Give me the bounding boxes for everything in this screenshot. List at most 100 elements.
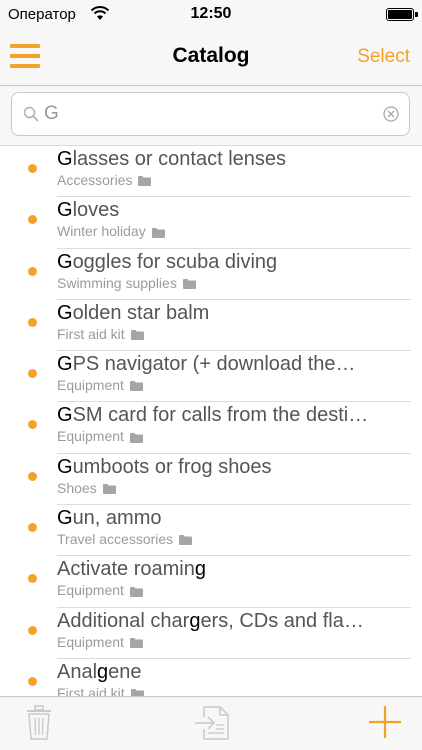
search-bar	[0, 86, 422, 146]
list-item[interactable]: Activate roaming Equipment	[0, 556, 422, 608]
folder-icon	[129, 637, 143, 648]
category-label: Equipment	[57, 582, 124, 599]
item-title: GSM card for calls from the desti…	[57, 404, 397, 427]
item-title-text: SM card for calls from the desti…	[72, 404, 369, 427]
list-item[interactable]: Gumboots or frog shoes Shoes	[0, 454, 422, 506]
item-title: GPS navigator (+ download the…	[57, 353, 397, 376]
list-item[interactable]: Gloves Winter holiday	[0, 197, 422, 249]
list-item[interactable]: Gun, ammo Travel accessories	[0, 505, 422, 557]
status-dot	[28, 676, 37, 686]
item-title: Gloves	[57, 199, 397, 222]
item-category: Equipment	[57, 377, 143, 393]
item-category: Travel accessories	[57, 531, 193, 548]
category-label: Equipment	[57, 633, 124, 650]
search-match: g	[97, 660, 109, 683]
navigation-bar: Catalog Select	[0, 30, 422, 86]
status-dot	[28, 574, 37, 584]
list-item[interactable]: Analgene First aid kit	[0, 659, 422, 696]
plus-icon[interactable]	[368, 705, 402, 739]
category-label: Equipment	[57, 377, 124, 394]
list-item[interactable]: GPS navigator (+ download the… Equipment	[0, 351, 422, 403]
item-category: First aid kit	[57, 685, 144, 696]
category-label: Travel accessories	[57, 531, 174, 548]
clear-icon[interactable]	[383, 106, 399, 122]
folder-icon	[130, 689, 144, 696]
item-title-text: loves	[72, 199, 120, 222]
list-item[interactable]: Additional chargers, CDs and fla… Equipm…	[0, 608, 422, 660]
search-match: G	[57, 148, 73, 170]
search-match: g	[189, 609, 201, 632]
folder-icon	[130, 330, 144, 341]
folder-icon	[182, 278, 196, 289]
item-category: Winter holiday	[57, 223, 165, 239]
status-dot	[28, 317, 37, 327]
status-dot	[28, 164, 37, 173]
item-title-text: ene	[108, 660, 142, 683]
search-match: G	[57, 250, 73, 273]
item-category: First aid kit	[57, 326, 144, 342]
item-title-text: Activate roamin	[57, 558, 195, 581]
category-label: Equipment	[57, 428, 124, 445]
item-title-text: olden star balm	[72, 301, 210, 324]
item-title-text: Additional char	[57, 609, 190, 632]
item-title-text: umboots or frog shoes	[72, 455, 272, 478]
item-title: Golden star balm	[57, 302, 397, 325]
search-input[interactable]	[44, 101, 374, 127]
folder-icon	[129, 381, 143, 392]
list-item[interactable]: GSM card for calls from the desti… Equip…	[0, 402, 422, 455]
search-match: G	[57, 199, 73, 222]
item-category: Swimming supplies	[57, 275, 196, 291]
item-category: Shoes	[57, 480, 116, 496]
status-bar: Оператор 12:50	[0, 0, 422, 30]
item-title-text: lasses or contact lenses	[72, 148, 286, 170]
folder-icon	[179, 535, 193, 546]
search-match: G	[57, 507, 73, 530]
battery-icon	[386, 8, 418, 21]
category-label: First aid kit	[57, 325, 125, 342]
item-category: Accessories	[57, 172, 152, 188]
item-category: Equipment	[57, 634, 143, 650]
list-item[interactable]: Goggles for scuba diving Swimming suppli…	[0, 249, 422, 301]
item-title: Analgene	[57, 661, 397, 684]
search-match: G	[57, 301, 73, 324]
item-title: Glasses or contact lenses	[57, 148, 397, 171]
status-dot	[28, 471, 37, 481]
category-label: Shoes	[57, 479, 97, 496]
folder-icon	[129, 432, 143, 443]
item-title-text: PS navigator (+ download the…	[72, 353, 356, 376]
item-title: Goggles for scuba diving	[57, 251, 397, 274]
item-title: Gun, ammo	[57, 507, 397, 530]
item-title: Activate roaming	[57, 558, 397, 581]
clock: 12:50	[190, 5, 232, 22]
category-label: Winter holiday	[57, 223, 146, 240]
search-match: G	[57, 404, 73, 427]
import-icon[interactable]	[194, 705, 230, 741]
search-match: g	[194, 558, 206, 581]
search-field-container[interactable]	[11, 92, 410, 136]
select-button[interactable]: Select	[357, 46, 410, 68]
item-category: Equipment	[57, 428, 143, 444]
status-dot	[28, 369, 37, 379]
category-label: First aid kit	[57, 684, 125, 696]
folder-icon	[138, 176, 152, 187]
search-match: G	[57, 353, 73, 376]
item-title-text: ers, CDs and fla…	[200, 609, 364, 632]
bottom-toolbar	[0, 696, 422, 750]
status-dot	[28, 625, 37, 635]
item-title: Additional chargers, CDs and fla…	[57, 610, 397, 633]
status-dot	[28, 420, 37, 430]
status-dot	[28, 523, 37, 533]
item-title-text: oggles for scuba diving	[72, 250, 278, 273]
catalog-list: Glasses or contact lenses Accessories Gl…	[0, 146, 422, 696]
category-label: Accessories	[57, 172, 133, 188]
search-match: G	[57, 455, 73, 478]
folder-icon	[102, 484, 116, 495]
item-title-text: un, ammo	[72, 507, 162, 530]
trash-icon[interactable]	[24, 705, 54, 741]
item-category: Equipment	[57, 582, 143, 598]
search-icon	[23, 106, 39, 122]
item-title: Gumboots or frog shoes	[57, 456, 397, 479]
list-item[interactable]: Glasses or contact lenses Accessories	[0, 146, 422, 198]
item-title-text: Anal	[57, 660, 98, 683]
list-item[interactable]: Golden star balm First aid kit	[0, 300, 422, 352]
